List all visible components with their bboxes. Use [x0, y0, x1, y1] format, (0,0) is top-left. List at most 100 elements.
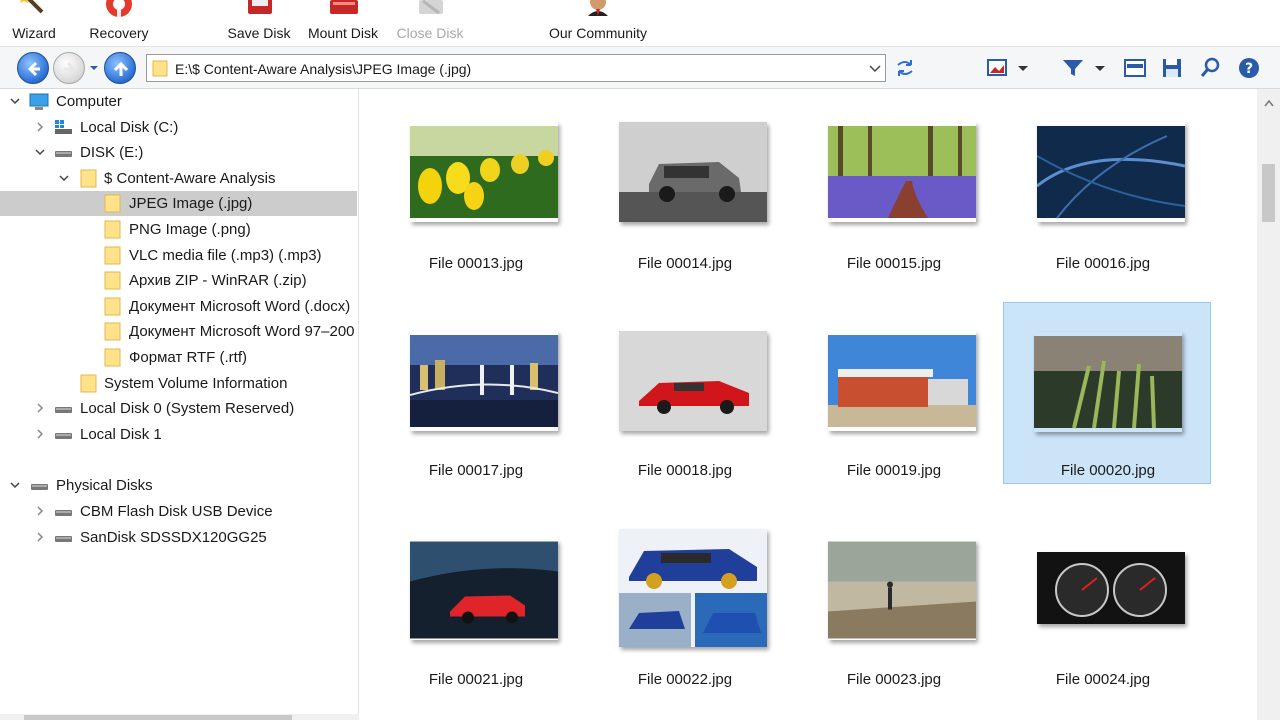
chevron-right-icon[interactable]: [34, 505, 46, 517]
thumbnail-item[interactable]: File 00017.jpg: [372, 331, 580, 513]
chevron-down-icon[interactable]: [869, 64, 881, 74]
folder-icon: [104, 220, 121, 239]
tree-item-docx[interactable]: Документ Microsoft Word (.docx): [0, 294, 358, 319]
chevron-right-icon[interactable]: [34, 121, 46, 133]
drive-icon: [55, 433, 72, 439]
thumbnail-image: [1037, 552, 1185, 624]
thumbnail-item[interactable]: File 00023.jpg: [790, 540, 998, 720]
our-community-button[interactable]: Our Community: [538, 0, 658, 46]
address-input[interactable]: E:\$ Content-Aware Analysis\JPEG Image (…: [146, 54, 886, 82]
thumbnail-item[interactable]: File 00024.jpg: [999, 552, 1207, 720]
thumbnail-image: [410, 335, 558, 427]
save-disk-button[interactable]: Save Disk: [224, 0, 294, 46]
address-path: E:\$ Content-Aware Analysis\JPEG Image (…: [175, 61, 472, 77]
view-dropdown-icon[interactable]: [1016, 57, 1030, 79]
forward-button[interactable]: [53, 52, 85, 84]
help-icon[interactable]: ?: [1237, 57, 1261, 79]
tree-item-computer[interactable]: Computer: [0, 89, 358, 114]
preview-pane-icon[interactable]: [1123, 57, 1147, 79]
chevron-down-icon[interactable]: [34, 146, 46, 158]
thumbnail-image: [828, 541, 976, 639]
refresh-icon[interactable]: [893, 57, 917, 79]
tree-item-local-c[interactable]: Local Disk (C:): [0, 115, 358, 140]
mount-disk-icon: [330, 0, 358, 14]
close-disk-icon: [419, 0, 443, 15]
lifebuoy-icon: [106, 0, 132, 17]
thumbnail-image: [1037, 126, 1185, 219]
thumbnail-item[interactable]: File 00013.jpg: [372, 122, 580, 304]
thumbnail-image: [828, 335, 976, 427]
drive-icon: [55, 151, 72, 157]
filter-icon[interactable]: [1061, 57, 1085, 79]
tree-item-zip[interactable]: Архив ZIP - WinRAR (.zip): [0, 268, 358, 293]
wand-icon: [20, 0, 44, 14]
scroll-up-icon[interactable]: [1264, 99, 1274, 107]
wizard-button[interactable]: Wizard: [4, 0, 64, 46]
recovery-button[interactable]: Recovery: [84, 0, 154, 46]
chevron-down-icon[interactable]: [9, 95, 21, 107]
thumbnail-item[interactable]: File 00014.jpg: [581, 122, 789, 304]
chevron-down-icon[interactable]: [58, 172, 70, 184]
save-icon[interactable]: [1160, 57, 1184, 79]
thumbnail-image: [619, 122, 767, 222]
tree-item-content-aware[interactable]: $ Content-Aware Analysis: [0, 166, 358, 191]
search-icon[interactable]: [1199, 57, 1223, 79]
thumbnail-item[interactable]: File 00018.jpg: [581, 331, 789, 513]
filter-dropdown-icon[interactable]: [1093, 57, 1107, 79]
address-bar-row: E:\$ Content-Aware Analysis\JPEG Image (…: [0, 46, 1280, 89]
thumbnail-item[interactable]: File 00020.jpg: [1003, 302, 1211, 484]
folder-icon: [104, 322, 121, 341]
folder-icon: [104, 271, 121, 290]
tree-item-cbm[interactable]: CBM Flash Disk USB Device: [0, 499, 358, 524]
tree-item-local-0[interactable]: Local Disk 0 (System Reserved): [0, 396, 358, 421]
tree-item-jpeg[interactable]: JPEG Image (.jpg): [0, 191, 357, 216]
folder-icon: [80, 374, 97, 393]
tree-item-disk-e[interactable]: DISK (E:): [0, 140, 358, 165]
thumbnail-image: [410, 126, 558, 218]
chevron-right-icon[interactable]: [34, 531, 46, 543]
chevron-right-icon[interactable]: [34, 402, 46, 414]
scrollbar-thumb[interactable]: [1262, 164, 1275, 222]
thumbnail-image: [619, 331, 767, 431]
back-button[interactable]: [17, 52, 49, 84]
community-icon: [588, 0, 608, 16]
thumbnail-item[interactable]: File 00015.jpg: [790, 122, 998, 304]
folder-icon: [104, 194, 121, 213]
folder-icon: [104, 348, 121, 367]
scrollbar-thumb[interactable]: [24, 715, 292, 720]
svg-text:?: ?: [1245, 61, 1253, 77]
mount-disk-button[interactable]: Mount Disk: [302, 0, 384, 46]
file-thumbnail-grid: File 00013.jpg File 00014.jpg File 00015…: [360, 89, 1280, 720]
chevron-right-icon[interactable]: [34, 428, 46, 440]
thumbnail-item[interactable]: File 00016.jpg: [999, 122, 1207, 304]
folder-icon: [104, 246, 121, 265]
toolbar: Wizard Recovery Save Disk Mount Disk Clo…: [0, 0, 1280, 46]
content-vertical-scrollbar[interactable]: [1257, 89, 1280, 720]
tree-item-local-1[interactable]: Local Disk 1: [0, 422, 358, 447]
save-disk-icon: [248, 0, 272, 14]
tree-horizontal-scrollbar[interactable]: [0, 714, 359, 720]
arrow-left-icon: [27, 61, 40, 77]
tree-item-rtf[interactable]: Формат RTF (.rtf): [0, 345, 358, 370]
tree-item-physical-disks[interactable]: Physical Disks: [0, 473, 358, 498]
tree-item-vlc[interactable]: VLC media file (.mp3) (.mp3): [0, 243, 358, 268]
folder-icon: [104, 297, 121, 316]
folder-icon: [80, 169, 97, 188]
thumbnail-item[interactable]: File 00022.jpg: [581, 529, 789, 711]
drive-icon: [55, 536, 72, 542]
history-dropdown-icon[interactable]: [88, 62, 100, 74]
view-mode-icon[interactable]: [986, 57, 1010, 79]
thumbnail-item[interactable]: File 00019.jpg: [790, 331, 998, 513]
tree-item-png[interactable]: PNG Image (.png): [0, 217, 358, 242]
close-disk-button[interactable]: Close Disk: [394, 0, 466, 46]
tree-item-system-volume[interactable]: System Volume Information: [0, 371, 358, 396]
tree-item-doc97[interactable]: Документ Microsoft Word 97–200: [0, 319, 358, 344]
thumbnail-item[interactable]: File 00021.jpg: [372, 540, 580, 720]
tree-item-sandisk[interactable]: SanDisk SDSSDX120GG25: [0, 525, 358, 550]
up-button[interactable]: [104, 52, 136, 84]
thumbnail-image: [828, 126, 976, 218]
thumbnail-image: [619, 529, 767, 647]
drive-icon: [55, 510, 72, 516]
arrow-right-icon: [64, 61, 77, 77]
chevron-down-icon[interactable]: [9, 479, 21, 491]
